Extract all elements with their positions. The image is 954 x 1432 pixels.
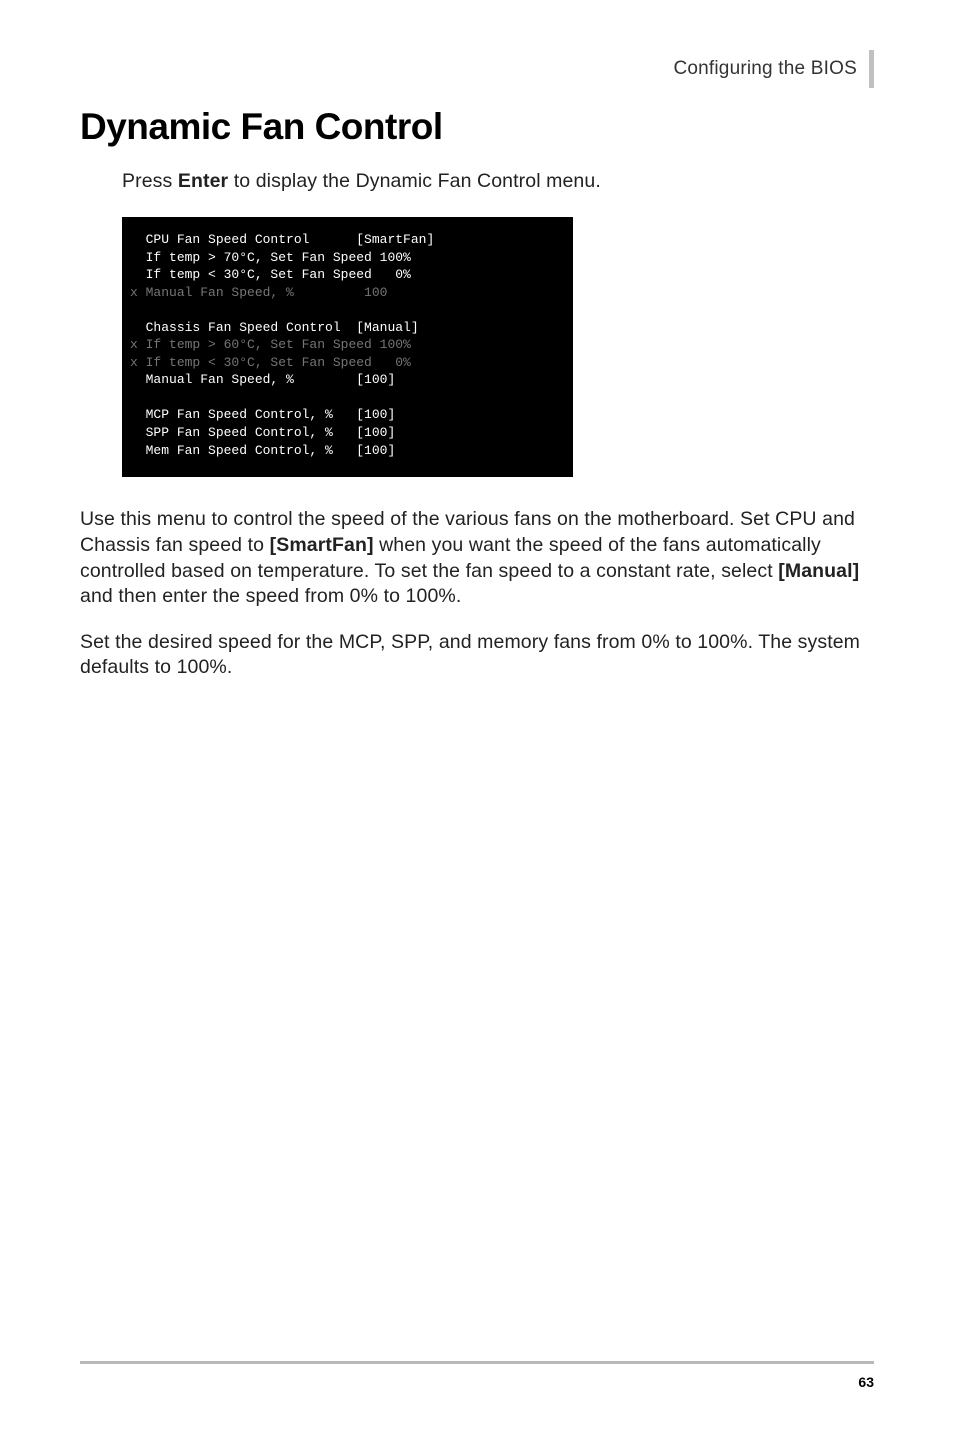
bios-line-text: Manual Fan Speed, % 100	[146, 285, 388, 300]
bios-line-prefix	[130, 267, 146, 282]
bios-line: x If temp > 60°C, Set Fan Speed 100%	[130, 336, 555, 354]
bios-line-prefix: x	[130, 285, 146, 300]
bios-line: Chassis Fan Speed Control [Manual]	[130, 319, 555, 337]
bios-line: Mem Fan Speed Control, % [100]	[130, 442, 555, 460]
bios-line: SPP Fan Speed Control, % [100]	[130, 424, 555, 442]
header-row: Configuring the BIOS	[80, 50, 874, 88]
bios-line-text: If temp < 30°C, Set Fan Speed 0%	[146, 355, 411, 370]
bios-line-text: MCP Fan Speed Control, % [100]	[146, 407, 396, 422]
bios-line: x If temp < 30°C, Set Fan Speed 0%	[130, 354, 555, 372]
bios-line: If temp < 30°C, Set Fan Speed 0%	[130, 266, 555, 284]
bios-line	[130, 389, 555, 407]
bios-line-text: Manual Fan Speed, % [100]	[146, 372, 396, 387]
bios-line-prefix	[130, 443, 146, 458]
page-container: Configuring the BIOS Dynamic Fan Control…	[0, 0, 954, 1432]
bios-line-prefix	[130, 232, 146, 247]
bios-line: MCP Fan Speed Control, % [100]	[130, 406, 555, 424]
bios-menu-box: CPU Fan Speed Control [SmartFan] If temp…	[122, 217, 573, 477]
bios-line: If temp > 70°C, Set Fan Speed 100%	[130, 249, 555, 267]
bios-line: x Manual Fan Speed, % 100	[130, 284, 555, 302]
footer-divider	[80, 1361, 874, 1364]
bios-line-prefix	[130, 320, 146, 335]
intro-bold: Enter	[178, 170, 228, 192]
intro-prefix: Press	[122, 170, 178, 192]
bios-line: CPU Fan Speed Control [SmartFan]	[130, 231, 555, 249]
intro-suffix: to display the Dynamic Fan Control menu.	[228, 170, 601, 192]
bios-line-prefix	[130, 407, 146, 422]
page-number: 63	[80, 1374, 874, 1390]
page-footer: 63	[80, 1361, 874, 1390]
para1-bold2: [Manual]	[778, 560, 859, 582]
bios-line-prefix	[130, 372, 146, 387]
content-indent: Press Enter to display the Dynamic Fan C…	[122, 170, 874, 477]
body-paragraph-1: Use this menu to control the speed of th…	[80, 507, 874, 610]
bios-line-prefix: x	[130, 337, 146, 352]
bios-line-text: If temp > 70°C, Set Fan Speed 100%	[146, 250, 411, 265]
body-paragraph-2: Set the desired speed for the MCP, SPP, …	[80, 630, 874, 681]
header-section-text: Configuring the BIOS	[673, 58, 857, 80]
bios-line-prefix	[130, 425, 146, 440]
bios-line: Manual Fan Speed, % [100]	[130, 371, 555, 389]
bios-line-text: Chassis Fan Speed Control [Manual]	[146, 320, 419, 335]
para1-part3: and then enter the speed from 0% to 100%…	[80, 585, 461, 607]
intro-text: Press Enter to display the Dynamic Fan C…	[122, 170, 874, 193]
bios-line-prefix	[130, 250, 146, 265]
bios-line-text: CPU Fan Speed Control [SmartFan]	[146, 232, 435, 247]
bios-line-text: SPP Fan Speed Control, % [100]	[146, 425, 396, 440]
para1-bold1: [SmartFan]	[270, 534, 374, 556]
bios-line-text: If temp > 60°C, Set Fan Speed 100%	[146, 337, 411, 352]
page-title: Dynamic Fan Control	[80, 106, 874, 148]
header-divider-bar	[869, 50, 874, 88]
bios-line-prefix: x	[130, 355, 146, 370]
bios-line-text: If temp < 30°C, Set Fan Speed 0%	[146, 267, 411, 282]
bios-line	[130, 301, 555, 319]
bios-line-text: Mem Fan Speed Control, % [100]	[146, 443, 396, 458]
